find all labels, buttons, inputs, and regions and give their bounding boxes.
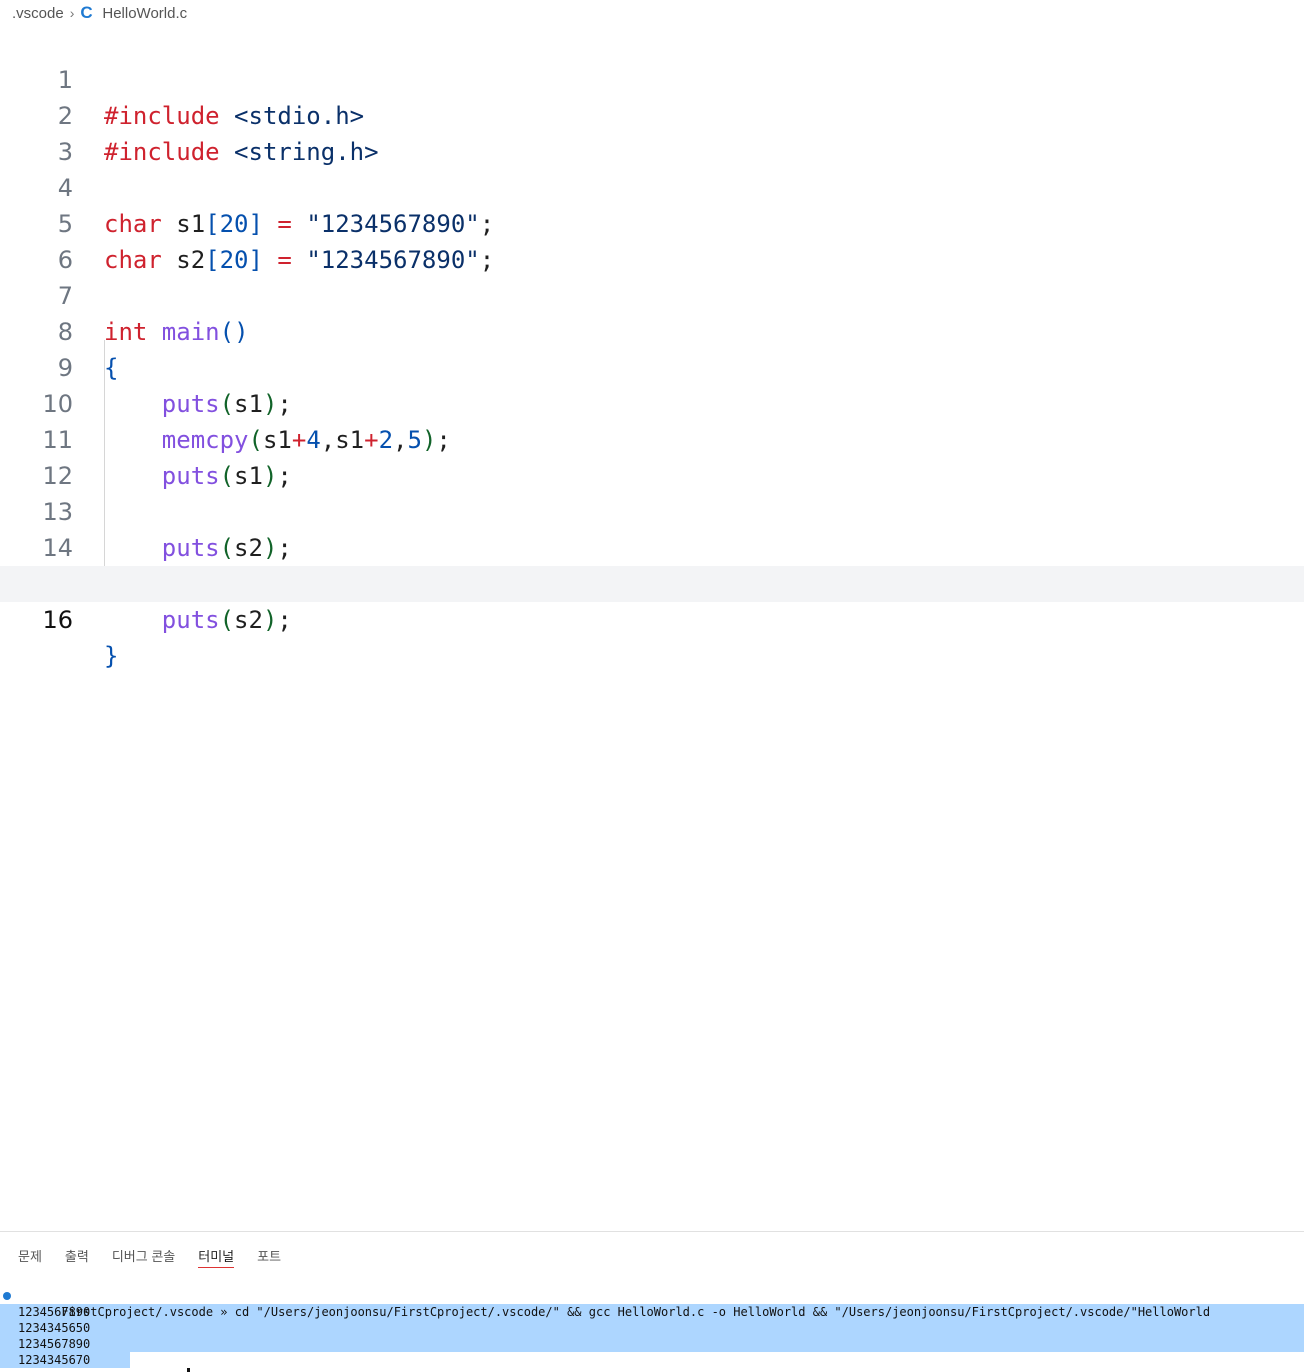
terminal-output-line: 1234345650: [0, 1320, 1304, 1336]
terminal[interactable]: FirstCproject/.vscode » cd "/Users/jeonj…: [0, 1288, 1304, 1372]
tab-problems[interactable]: 문제: [18, 1232, 42, 1264]
code-line[interactable]: 5 char s2[20] = "1234567890";: [0, 170, 1304, 274]
paren: (: [219, 606, 235, 634]
terminal-prompt[interactable]: [0, 1368, 1304, 1372]
code-editor[interactable]: 1 #include <stdio.h> 2 #include <string.…: [0, 26, 1304, 1231]
code-line[interactable]: 13 puts(s2);: [0, 458, 1304, 562]
code-line[interactable]: 6: [0, 206, 1304, 274]
code-line-current[interactable]: 16 }: [0, 566, 1304, 670]
code-line[interactable]: 15 puts(s2);: [0, 530, 1304, 634]
code-line[interactable]: 3: [0, 98, 1304, 166]
command-status-dot-icon[interactable]: [3, 1292, 11, 1300]
code-line[interactable]: 2 #include <string.h>: [0, 62, 1304, 166]
tab-terminal[interactable]: 터미널: [198, 1232, 234, 1268]
code-line[interactable]: 12: [0, 422, 1304, 490]
code-line[interactable]: 9 puts(s1);: [0, 314, 1304, 418]
code-line[interactable]: 4 char s1[20] = "1234567890";: [0, 134, 1304, 238]
code-line[interactable]: 7 int main(): [0, 242, 1304, 346]
breadcrumb-folder[interactable]: .vscode: [12, 5, 64, 22]
c-file-icon: C: [80, 3, 93, 22]
tab-debug-console[interactable]: 디버그 콘솔: [112, 1232, 175, 1264]
tab-output[interactable]: 출력: [65, 1232, 89, 1264]
bottom-panel: 문제 출력 디버그 콘솔 터미널 포트 FirstCproject/.vscod…: [0, 1231, 1304, 1372]
breadcrumb-file[interactable]: HelloWorld.c: [102, 5, 187, 22]
tab-ports[interactable]: 포트: [257, 1232, 281, 1264]
terminal-output-line: 1234567890: [0, 1336, 1304, 1352]
brace: }: [104, 642, 119, 670]
breadcrumb: .vscode › C HelloWorld.c: [0, 0, 1304, 26]
terminal-output-line: 1234345670: [0, 1352, 130, 1368]
function-call: puts: [161, 606, 220, 634]
terminal-command: FirstCproject/.vscode » cd "/Users/jeonj…: [61, 1305, 1211, 1319]
panel-tabs: 문제 출력 디버그 콘솔 터미널 포트: [0, 1232, 286, 1276]
line-number: 16: [42, 606, 73, 634]
paren: ): [262, 606, 278, 634]
identifier: s2: [234, 606, 263, 634]
code-line[interactable]: 8 {: [0, 278, 1304, 382]
semicolon: ;: [277, 606, 292, 634]
chevron-right-icon: ›: [69, 5, 75, 21]
code-line[interactable]: 11 puts(s1);: [0, 386, 1304, 490]
terminal-command-line: FirstCproject/.vscode » cd "/Users/jeonj…: [0, 1288, 1304, 1319]
terminal-cursor: [187, 1368, 190, 1372]
code-line[interactable]: 1 #include <stdio.h>: [0, 26, 1304, 130]
code-line[interactable]: 10 memcpy(s1+4,s1+2,5);: [0, 350, 1304, 454]
code-line[interactable]: 14 memmove(s2+4,s2+2,5);: [0, 494, 1304, 598]
